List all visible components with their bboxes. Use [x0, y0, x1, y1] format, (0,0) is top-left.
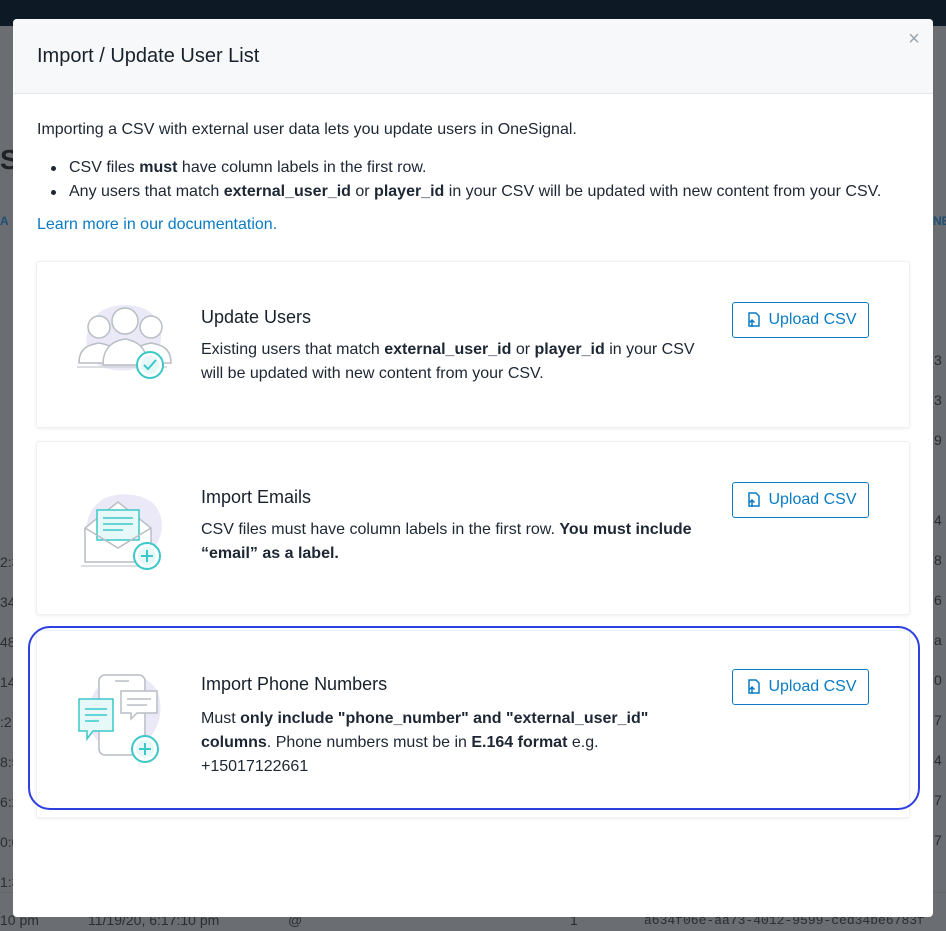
email-add-icon [81, 494, 162, 570]
card-desc-text: . Phone numbers must be in [266, 734, 472, 751]
phone-sms-add-icon [78, 674, 161, 763]
modal-title: Import / Update User List [37, 45, 260, 67]
import-modal: Import / Update User List × Importing a … [13, 19, 933, 917]
card-title: Import Phone Numbers [201, 674, 388, 694]
bg-row-fragment: :2 [0, 714, 12, 730]
bg-row-fragment: 7 [934, 792, 942, 808]
upload-csv-button[interactable]: Upload CSV [732, 482, 869, 518]
list-item: Any users that match external_user_id or… [37, 180, 909, 204]
import-emails-card: Import Emails CSV files must have column… [37, 442, 909, 614]
upload-csv-button[interactable]: Upload CSV [732, 669, 869, 705]
card-desc-text: Must [201, 710, 241, 727]
close-icon[interactable]: × [905, 29, 923, 49]
bg-row-fragment: 6 [934, 592, 942, 608]
card-title: Update Users [201, 307, 312, 327]
bg-column-fragment: NE [933, 214, 946, 228]
bullet-text: or [350, 183, 375, 200]
documentation-link[interactable]: Learn more in our documentation. [37, 216, 277, 234]
card-desc-bold: player_id [534, 341, 605, 358]
import-phone-numbers-card: Import Phone Numbers Must only include "… [37, 631, 909, 817]
bullet-bold: must [139, 159, 178, 176]
update-users-card: Update Users Existing users that match e… [37, 262, 909, 427]
card-description: Must only include "phone_number" and "ex… [201, 707, 681, 779]
card-desc-text: or [511, 341, 535, 358]
upload-file-icon [748, 492, 761, 507]
bg-row-fragment: a [934, 632, 942, 648]
bullet-text: in your CSV will be updated with new con… [444, 183, 882, 200]
card-description: CSV files must have column labels in the… [201, 518, 701, 566]
bg-row-fragment: 4 [934, 752, 942, 768]
upload-csv-button[interactable]: Upload CSV [732, 302, 869, 338]
bullet-bold: player_id [374, 183, 445, 200]
requirements-list: CSV files must have column labels in the… [37, 156, 909, 204]
modal-header: Import / Update User List × [13, 19, 933, 94]
bg-row-fragment: 7 [934, 712, 942, 728]
bg-row-fragment: 4 [934, 512, 942, 528]
intro-text: Importing a CSV with external user data … [37, 121, 577, 138]
card-desc-bold: E.164 format [471, 734, 568, 751]
card-desc-bold: external_user_id [384, 341, 512, 358]
bg-row-fragment: 8 [934, 552, 942, 568]
bullet-text: CSV files [69, 159, 140, 176]
upload-csv-label: Upload CSV [768, 678, 857, 695]
bg-row-fragment: 3 [934, 352, 942, 368]
bg-row-fragment: 7 [934, 832, 942, 848]
bg-row-fragment: 0 [934, 672, 942, 688]
bullet-text: Any users that match [69, 183, 224, 200]
upload-file-icon [748, 312, 761, 327]
upload-file-icon [748, 679, 761, 694]
bullet-text: have column labels in the first row. [177, 159, 427, 176]
card-desc-text: Existing users that match [201, 341, 385, 358]
list-item: CSV files must have column labels in the… [37, 156, 909, 180]
bg-column-fragment: A [0, 214, 9, 228]
users-check-icon [77, 305, 172, 379]
modal-intro: Importing a CSV with external user data … [37, 120, 909, 234]
card-title: Import Emails [201, 487, 312, 507]
bullet-bold: external_user_id [223, 183, 351, 200]
bg-row-fragment: 9 [934, 432, 942, 448]
card-desc-text: CSV files must have column labels in the… [201, 521, 560, 538]
bg-row-fragment: 3 [934, 392, 942, 408]
upload-csv-label: Upload CSV [768, 311, 857, 328]
upload-csv-label: Upload CSV [768, 491, 857, 508]
card-description: Existing users that match external_user_… [201, 338, 701, 386]
